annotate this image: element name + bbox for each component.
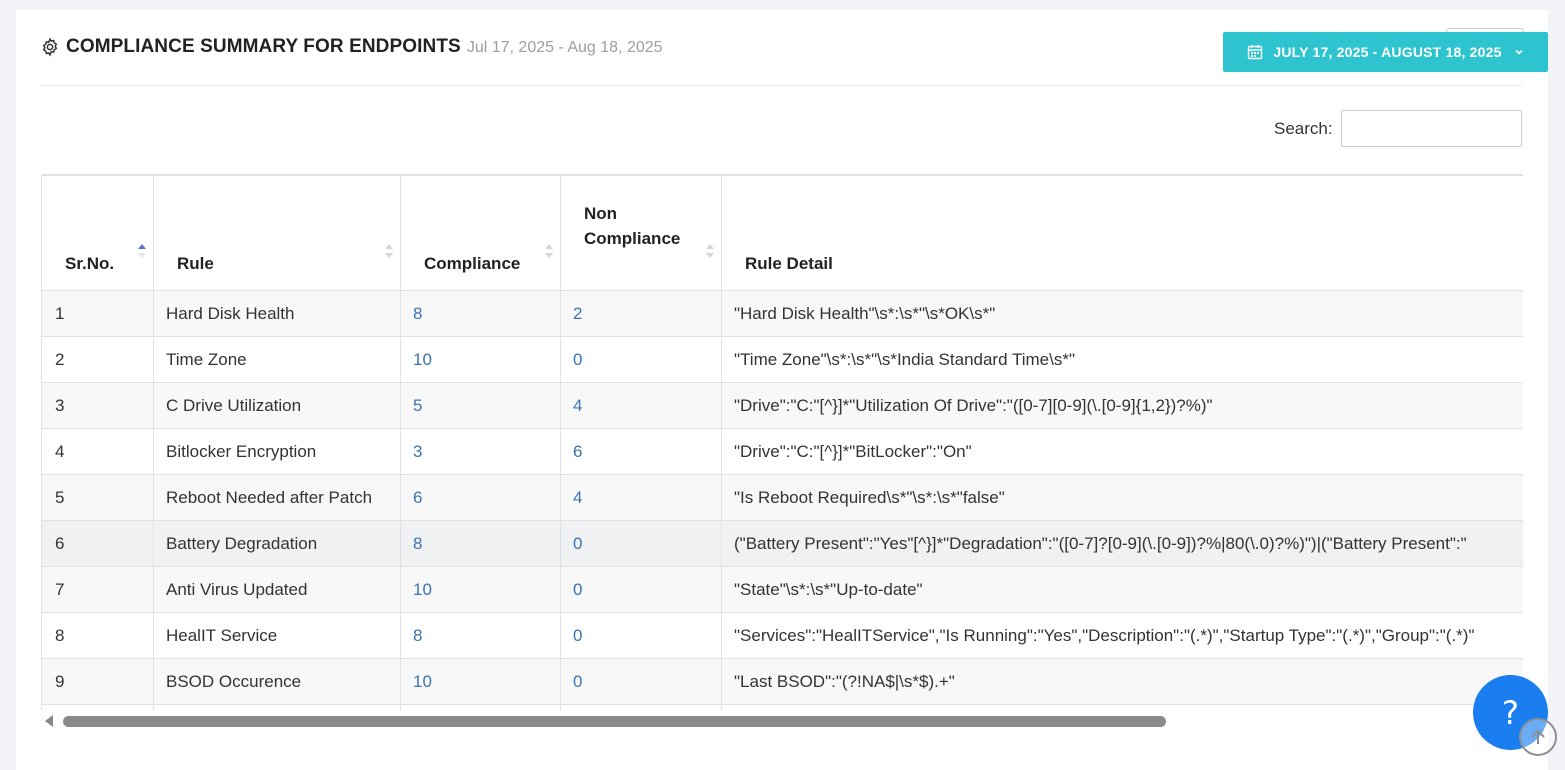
cell-sr-no: 2 (41, 336, 154, 383)
cell-rule: Bitlocker Encryption (153, 428, 401, 475)
column-header-sr-no[interactable]: Sr.No. (41, 175, 154, 291)
column-header-rule-detail[interactable]: Rule Detail (721, 175, 1523, 291)
table-row[interactable]: 2 Time Zone 10 0 "Time Zone"\s*:\s*"\s*India… (41, 336, 1523, 383)
cell-compliance-count[interactable]: 8 (400, 520, 561, 567)
cell-compliance-count[interactable]: 3 (400, 428, 561, 475)
date-range-picker-button[interactable]: JULY 17, 2025 - AUGUST 18, 2025 (1223, 32, 1548, 72)
table-row[interactable]: 1 Hard Disk Health 8 2 "Hard Disk Health"\s*… (41, 290, 1523, 337)
cell-rule: Reboot Needed after Patch (153, 474, 401, 521)
date-range-label: JULY 17, 2025 - AUGUST 18, 2025 (1273, 44, 1502, 60)
cell-compliance-count[interactable]: 10 (400, 336, 561, 383)
cell-non-compliance-count[interactable]: 6 (560, 428, 722, 475)
table-row[interactable]: 5 Reboot Needed after Patch 6 4 "Is Reboot R… (41, 474, 1523, 521)
horizontal-scrollbar[interactable] (41, 710, 1523, 732)
cell-compliance-count[interactable]: 5 (400, 382, 561, 429)
cell-compliance-count[interactable]: 8 (400, 290, 561, 337)
cell-non-compliance-count[interactable]: 4 (560, 382, 722, 429)
compliance-table: Sr.No. Rule Compliance Non Compliance Ru… (41, 175, 1523, 710)
gear-icon (42, 37, 58, 57)
sort-icon (545, 244, 553, 258)
cell-non-compliance-count[interactable]: 0 (560, 612, 722, 659)
cell-sr-no: 6 (41, 520, 154, 567)
cell-sr-no: 5 (41, 474, 154, 521)
sort-icon (385, 244, 393, 258)
cell-rule-detail: ("Battery Present":"Yes"[^}]*"Degradatio… (721, 520, 1523, 567)
cell-compliance-count[interactable]: 6 (400, 474, 561, 521)
page-title: COMPLIANCE SUMMARY FOR ENDPOINTS (66, 36, 461, 57)
compliance-summary-card: COMPLIANCE SUMMARY FOR ENDPOINTS Jul 17,… (16, 10, 1548, 770)
cell-sr-no: 9 (41, 658, 154, 705)
chevron-down-icon (1515, 49, 1523, 55)
arrow-up-icon (1531, 729, 1545, 744)
cell-non-compliance-count[interactable]: 0 (560, 520, 722, 567)
cell-compliance-count[interactable]: 10 (400, 566, 561, 613)
cell-sr-no: 8 (41, 612, 154, 659)
cell-compliance-count[interactable]: 8 (400, 612, 561, 659)
search-input[interactable] (1340, 110, 1522, 147)
cell-rule-detail: "Time Zone"\s*:\s*"\s*India Standard Tim… (721, 336, 1523, 383)
table-row[interactable]: 8 HealIT Service 8 0 "Services":"HealITServi… (41, 612, 1523, 659)
cell-non-compliance-count[interactable]: 0 (560, 566, 722, 613)
sort-ascending-icon (138, 244, 146, 258)
search-label: Search: (1274, 118, 1333, 138)
page-subtitle-date-range: Jul 17, 2025 - Aug 18, 2025 (466, 39, 663, 56)
scroll-to-top-button[interactable] (1519, 718, 1557, 756)
table-row[interactable]: 9 BSOD Occurence 10 0 "Last BSOD":"(?!NA$|\s… (41, 658, 1523, 705)
cell-sr-no: 7 (41, 566, 154, 613)
cell-sr-no: 4 (41, 428, 154, 475)
compliance-table-container[interactable]: Sr.No. Rule Compliance Non Compliance Ru… (41, 174, 1523, 710)
cell-non-compliance-count[interactable]: 0 (560, 336, 722, 383)
sort-icon (706, 244, 714, 258)
table-row[interactable]: 7 Anti Virus Updated 10 0 "State"\s*:\s*"Up-… (41, 566, 1523, 613)
cell-rule: C Drive Utilization (153, 382, 401, 429)
table-row[interactable]: 4 Bitlocker Encryption 3 6 "Drive":"C:"[^}]*… (41, 428, 1523, 475)
cell-rule: HealIT Service (153, 612, 401, 659)
scroll-left-arrow-icon[interactable] (45, 715, 53, 727)
column-header-non-compliance[interactable]: Non Compliance (560, 175, 722, 291)
cell-rule-detail: "Hard Disk Health"\s*:\s*"\s*OK\s*" (721, 290, 1523, 337)
scrollbar-thumb[interactable] (63, 716, 1166, 727)
cell-rule-detail: "Drive":"C:"[^}]*"BitLocker":"On" (721, 428, 1523, 475)
cell-sr-no: 3 (41, 382, 154, 429)
calendar-icon (1248, 45, 1263, 60)
table-search: Search: (1274, 110, 1522, 147)
table-body: 1 Hard Disk Health 8 2 "Hard Disk Health"\s*… (41, 290, 1523, 710)
table-row[interactable]: 3C Drive Utilization 5 4 "Drive":"C:"[^}]*"… (41, 382, 1523, 429)
header-divider (40, 85, 1523, 86)
table-row[interactable]: 6 Battery Degradation 8 0 ("Battery Present"… (41, 520, 1523, 567)
cell-non-compliance-count[interactable]: 4 (560, 474, 722, 521)
column-header-rule[interactable]: Rule (153, 175, 401, 291)
cell-rule: Time Zone (153, 336, 401, 383)
cell-rule: Hard Disk Health (153, 290, 401, 337)
cell-compliance-count[interactable]: 10 (400, 658, 561, 705)
cell-rule: BSOD Occurence (153, 658, 401, 705)
cell-rule-detail: "State"\s*:\s*"Up-to-date" (721, 566, 1523, 613)
column-header-compliance[interactable]: Compliance (400, 175, 561, 291)
cell-non-compliance-count[interactable]: 0 (560, 658, 722, 705)
cell-rule: Anti Virus Updated (153, 566, 401, 613)
cell-non-compliance-count[interactable]: 2 (560, 290, 722, 337)
cell-rule: Battery Degradation (153, 520, 401, 567)
cell-rule-detail: "Is Reboot Required\s*"\s*:\s*"false" (721, 474, 1523, 521)
cell-rule-detail: "Services":"HealITService","Is Running":… (721, 612, 1523, 659)
table-header-row: Sr.No. Rule Compliance Non Compliance Ru… (41, 175, 1523, 291)
card-header: COMPLIANCE SUMMARY FOR ENDPOINTS Jul 17,… (40, 36, 663, 58)
cell-sr-no: 1 (41, 290, 154, 337)
cell-rule-detail: "Last BSOD":"(?!NA$|\s*$).+" (721, 658, 1523, 705)
cell-rule-detail: "Drive":"C:"[^}]*"Utilization Of Drive":… (721, 382, 1523, 429)
